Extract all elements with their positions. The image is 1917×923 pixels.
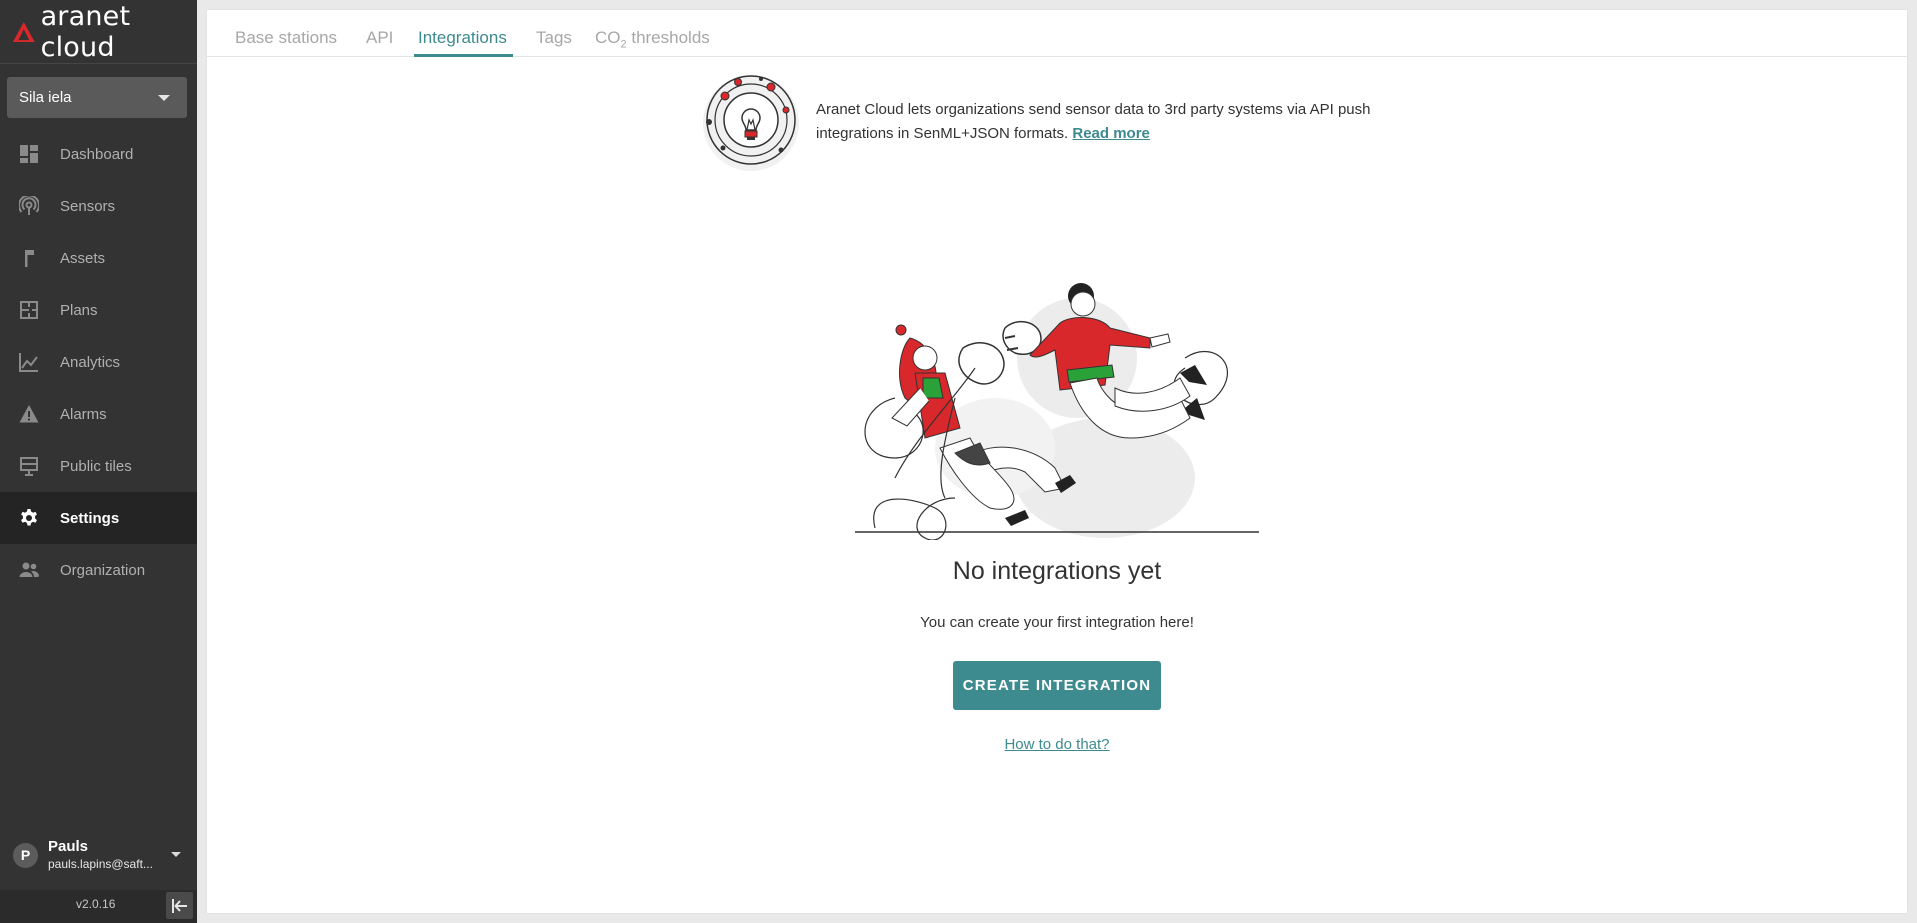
tab-co2-prefix: CO <box>595 28 621 47</box>
sidebar-item-settings[interactable]: Settings <box>0 492 197 544</box>
sidebar-item-dashboard[interactable]: Dashboard <box>0 128 197 180</box>
create-integration-button[interactable]: CREATE INTEGRATION <box>953 661 1161 710</box>
sidebar-item-label: Alarms <box>60 405 107 423</box>
user-info: Pauls pauls.lapins@saft... <box>48 838 160 872</box>
sidebar-nav: Dashboard Sensors Assets Plans Analytics <box>0 128 197 596</box>
sidebar-item-sensors[interactable]: Sensors <box>0 180 197 232</box>
sidebar-item-label: Dashboard <box>60 145 134 163</box>
sidebar: aranet cloud Sila iela Dashboard Sensors… <box>0 0 197 923</box>
chevron-down-icon <box>158 95 170 101</box>
collapse-icon <box>172 898 187 913</box>
user-menu[interactable]: P Pauls pauls.lapins@saft... <box>0 832 197 878</box>
divider <box>0 63 197 64</box>
user-email: pauls.lapins@saft... <box>48 857 153 871</box>
how-to-link: How to do that? <box>0 736 1917 753</box>
tab-integrations[interactable]: Integrations <box>418 28 507 48</box>
sidebar-item-alarms[interactable]: Alarms <box>0 388 197 440</box>
sidebar-item-analytics[interactable]: Analytics <box>0 336 197 388</box>
aranet-logo[interactable]: aranet cloud <box>12 1 197 63</box>
plans-icon <box>19 300 39 320</box>
sidebar-item-label: Sensors <box>60 197 116 215</box>
organization-select-value: Sila iela <box>19 89 72 106</box>
read-more-link[interactable]: Read more <box>1072 125 1150 142</box>
sensors-icon <box>19 196 39 216</box>
chevron-down-icon <box>171 852 181 857</box>
active-tab-indicator <box>414 54 513 57</box>
sidebar-item-label: Public tiles <box>60 457 132 475</box>
dashboard-icon <box>19 144 39 164</box>
settings-tabs: Base stations API Integrations Tags CO2 … <box>207 10 1907 57</box>
avatar: P <box>13 842 38 868</box>
empty-state-title: No integrations yet <box>952 557 1162 585</box>
sidebar-item-label: Settings <box>60 509 120 527</box>
public-tiles-icon <box>19 456 39 476</box>
how-to-link-text[interactable]: How to do that? <box>1004 736 1109 753</box>
tab-co2-thresholds[interactable]: CO2 thresholds <box>595 28 710 50</box>
sidebar-item-label: Assets <box>60 249 106 267</box>
sidebar-item-label: Analytics <box>60 353 121 371</box>
gear-icon <box>19 508 39 528</box>
sidebar-item-public-tiles[interactable]: Public tiles <box>0 440 197 492</box>
empty-state-subtitle: You can create your first integration he… <box>920 614 1194 631</box>
organization-select[interactable]: Sila iela <box>7 77 187 118</box>
user-name: Pauls <box>48 838 89 855</box>
integrations-info: Aranet Cloud lets organizations send sen… <box>816 98 1396 146</box>
tab-base-stations[interactable]: Base stations <box>235 28 337 48</box>
analytics-icon <box>19 352 39 372</box>
version-label: v2.0.16 <box>76 897 116 911</box>
sidebar-item-plans[interactable]: Plans <box>0 284 197 336</box>
integration-illustration <box>855 283 1259 540</box>
sidebar-item-label: Plans <box>60 301 98 319</box>
tab-tags[interactable]: Tags <box>536 28 572 48</box>
aranet-logo-icon <box>12 22 35 42</box>
alarm-icon <box>19 404 39 424</box>
collapse-sidebar-button[interactable] <box>166 892 193 919</box>
tab-co2-suffix: thresholds <box>626 28 710 47</box>
assets-icon <box>19 248 39 268</box>
tab-api[interactable]: API <box>366 28 393 48</box>
lightbulb-icon <box>703 75 799 171</box>
sidebar-item-assets[interactable]: Assets <box>0 232 197 284</box>
main-panel: Base stations API Integrations Tags CO2 … <box>207 10 1907 913</box>
logo-text: aranet cloud <box>40 1 131 63</box>
